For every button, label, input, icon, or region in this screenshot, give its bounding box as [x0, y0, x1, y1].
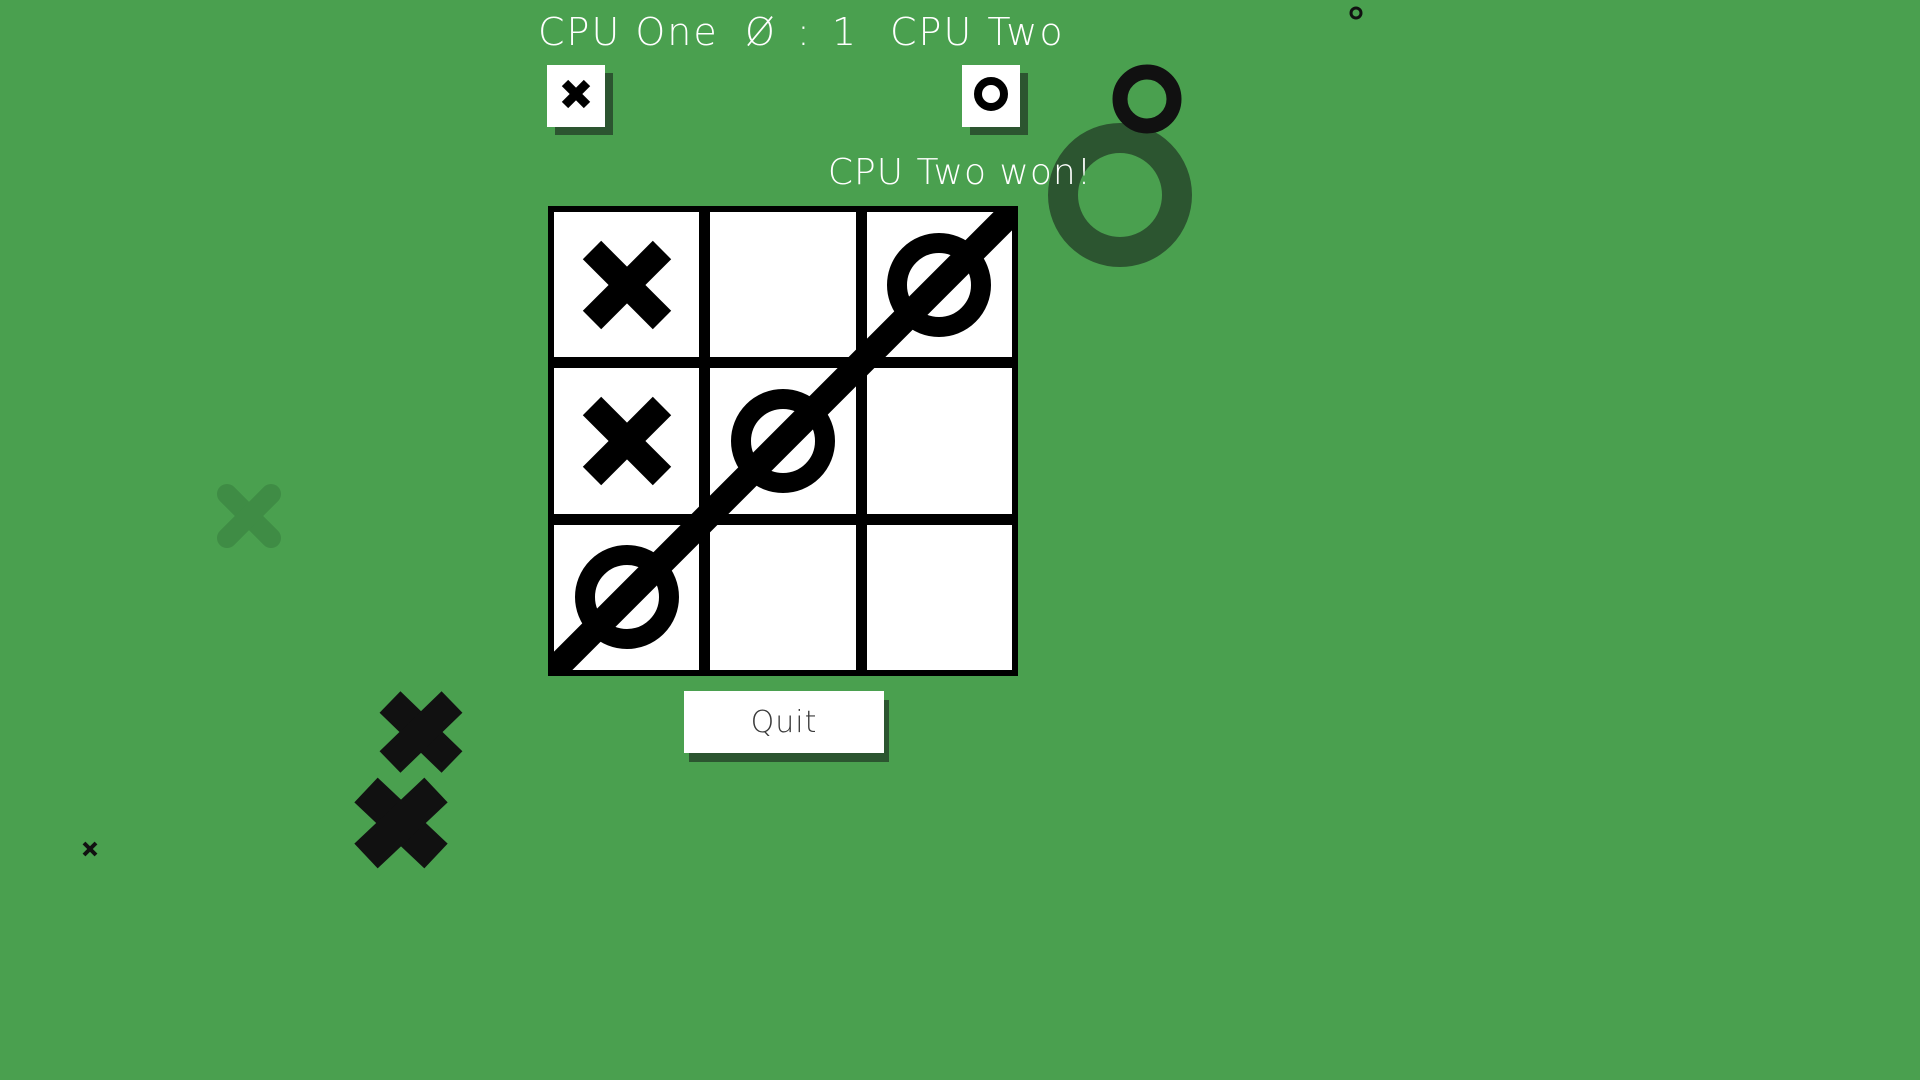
- x-icon: [572, 386, 682, 496]
- board-cell[interactable]: [554, 524, 700, 670]
- score-display: Ø : 1: [745, 10, 862, 54]
- deco-x-faded-icon: [211, 478, 287, 554]
- board-cell[interactable]: [710, 524, 856, 670]
- deco-o-small-icon: [1108, 60, 1186, 138]
- o-icon: [971, 74, 1011, 118]
- board-cell[interactable]: [710, 368, 856, 514]
- o-icon: [572, 542, 682, 652]
- quit-button[interactable]: Quit: [684, 691, 884, 753]
- quit-button-wrapper: Quit: [684, 691, 889, 762]
- game-screen: CPU One Ø : 1 CPU Two CPU Two won! Quit: [0, 0, 1920, 1080]
- deco-x-large-icon: [340, 680, 485, 870]
- x-icon: [556, 74, 596, 118]
- board-cell[interactable]: [866, 368, 1012, 514]
- board-cell[interactable]: [554, 368, 700, 514]
- player-one-name: CPU One: [538, 10, 719, 54]
- o-icon: [728, 386, 838, 496]
- tile-face: [962, 65, 1020, 127]
- x-icon: [572, 230, 682, 340]
- deco-x-tiny-icon: [79, 838, 101, 860]
- board-cell[interactable]: [866, 524, 1012, 670]
- tile-face: [547, 65, 605, 127]
- status-message: CPU Two won!: [827, 152, 1093, 193]
- tic-tac-toe-board: [548, 206, 1018, 676]
- board-cell[interactable]: [710, 212, 856, 358]
- player-two-name: CPU Two: [890, 10, 1065, 54]
- board-cell[interactable]: [554, 212, 700, 358]
- deco-o-large-icon: [1045, 120, 1195, 270]
- board-cell[interactable]: [866, 212, 1012, 358]
- o-icon: [884, 230, 994, 340]
